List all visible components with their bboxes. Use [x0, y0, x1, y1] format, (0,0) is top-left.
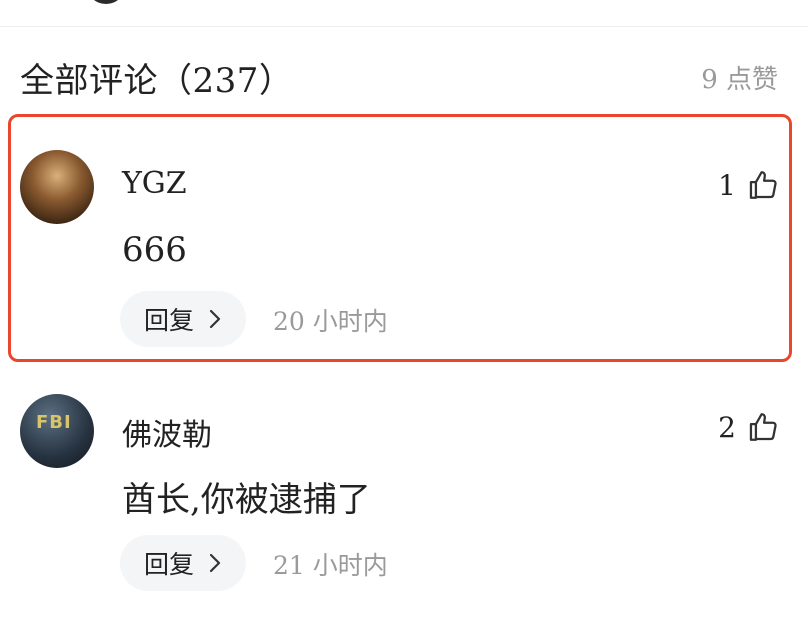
- comment-timestamp: 21 小时内: [273, 551, 388, 580]
- avatar-emblem: FBI: [36, 412, 72, 433]
- like-count: 1: [718, 168, 736, 202]
- thumbs-up-icon[interactable]: [746, 168, 780, 202]
- comments-header: 全部评论（237） 9 点赞: [20, 52, 778, 102]
- thumbs-up-icon[interactable]: [746, 410, 780, 444]
- reply-button[interactable]: 回复: [120, 291, 246, 347]
- comment-username[interactable]: 佛波勒: [122, 410, 212, 454]
- like-count: 2: [718, 410, 736, 444]
- like-summary: 9 点赞: [701, 64, 778, 95]
- like-button[interactable]: 1: [718, 168, 780, 202]
- comment-username[interactable]: YGZ: [122, 166, 187, 201]
- previous-avatar: [86, 0, 126, 4]
- comment-timestamp: 20 小时内: [273, 307, 388, 336]
- comments-title: 全部评论（237）: [20, 60, 294, 101]
- reply-label: 回复: [143, 306, 194, 335]
- comment-text: 酋长,你被逮捕了: [122, 480, 371, 520]
- comment-item: YGZ 1 666 回复 20 小时内: [0, 114, 808, 368]
- reply-button[interactable]: 回复: [120, 535, 246, 591]
- chevron-right-icon: [209, 553, 221, 573]
- chevron-right-icon: [209, 309, 221, 329]
- avatar[interactable]: [20, 150, 94, 224]
- reply-label: 回复: [143, 550, 194, 579]
- comment-item: FBI 佛波勒 2 酋长,你被逮捕了 回复 21 小时内: [0, 380, 808, 600]
- avatar[interactable]: FBI: [20, 394, 94, 468]
- comment-text: 666: [122, 230, 187, 270]
- like-button[interactable]: 2: [718, 410, 780, 444]
- divider: [0, 26, 808, 27]
